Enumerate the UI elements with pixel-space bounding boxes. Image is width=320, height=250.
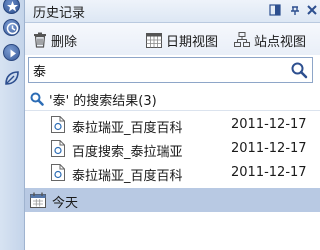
page-document-icon <box>51 164 65 181</box>
page-document-icon <box>51 140 65 157</box>
leaf-icon[interactable] <box>4 70 20 86</box>
left-sidebar-strip <box>0 0 25 250</box>
list-item-title: 百度搜索_泰拉瑞亚 <box>72 145 183 160</box>
site-tree-icon <box>234 32 250 47</box>
close-icon[interactable] <box>305 2 319 18</box>
list-item-date: 2011-12-17 <box>231 165 307 180</box>
history-clock-icon[interactable] <box>3 19 20 36</box>
search-box[interactable] <box>28 57 313 83</box>
group-today-label: 今天 <box>52 196 79 211</box>
delete-button[interactable]: 删除 <box>33 31 78 50</box>
trash-icon <box>34 32 46 48</box>
dock-pin-icon[interactable] <box>288 2 302 18</box>
list-item-date: 2011-12-17 <box>231 117 307 132</box>
list-item[interactable]: 泰拉瑞亚_百度百科 2011-12-17 <box>25 161 320 185</box>
search-input[interactable] <box>31 59 285 81</box>
delete-button-label: 删除 <box>51 34 78 50</box>
star-icon[interactable] <box>3 0 20 14</box>
search-icon <box>30 92 44 106</box>
list-item[interactable]: 百度搜索_泰拉瑞亚 2011-12-17 <box>25 137 320 161</box>
list-item-date: 2011-12-17 <box>231 141 307 156</box>
panel-title: 历史记录 <box>33 6 86 21</box>
site-view-button[interactable]: 站点视图 <box>234 31 307 50</box>
search-results-title: '泰' 的搜索结果(3) <box>49 93 157 109</box>
date-view-label: 日期视图 <box>166 34 219 50</box>
group-today[interactable]: 今天 <box>25 188 320 212</box>
search-icon[interactable] <box>290 61 308 82</box>
date-view-button[interactable]: 日期视图 <box>146 31 219 50</box>
list-item[interactable]: 泰拉瑞亚_百度百科 2011-12-17 <box>25 113 320 137</box>
panel-toolbar: 删除 日期视图 站点视图 <box>25 23 320 55</box>
page-document-icon <box>51 116 65 133</box>
calendar-grid-icon <box>146 32 162 48</box>
history-panel: 历史记录 删除 日期视图 站点视图 '泰' 的搜索结果( <box>25 0 320 250</box>
site-view-label: 站点视图 <box>254 34 307 50</box>
calendar-icon <box>30 192 46 208</box>
panel-titlebar: 历史记录 <box>25 0 320 23</box>
list-item-title: 泰拉瑞亚_百度百科 <box>72 169 183 184</box>
play-arrow-icon[interactable] <box>3 44 20 61</box>
search-results-header[interactable]: '泰' 的搜索结果(3) <box>25 88 320 111</box>
pin-panel-icon[interactable] <box>268 2 282 18</box>
list-item-title: 泰拉瑞亚_百度百科 <box>72 121 183 136</box>
